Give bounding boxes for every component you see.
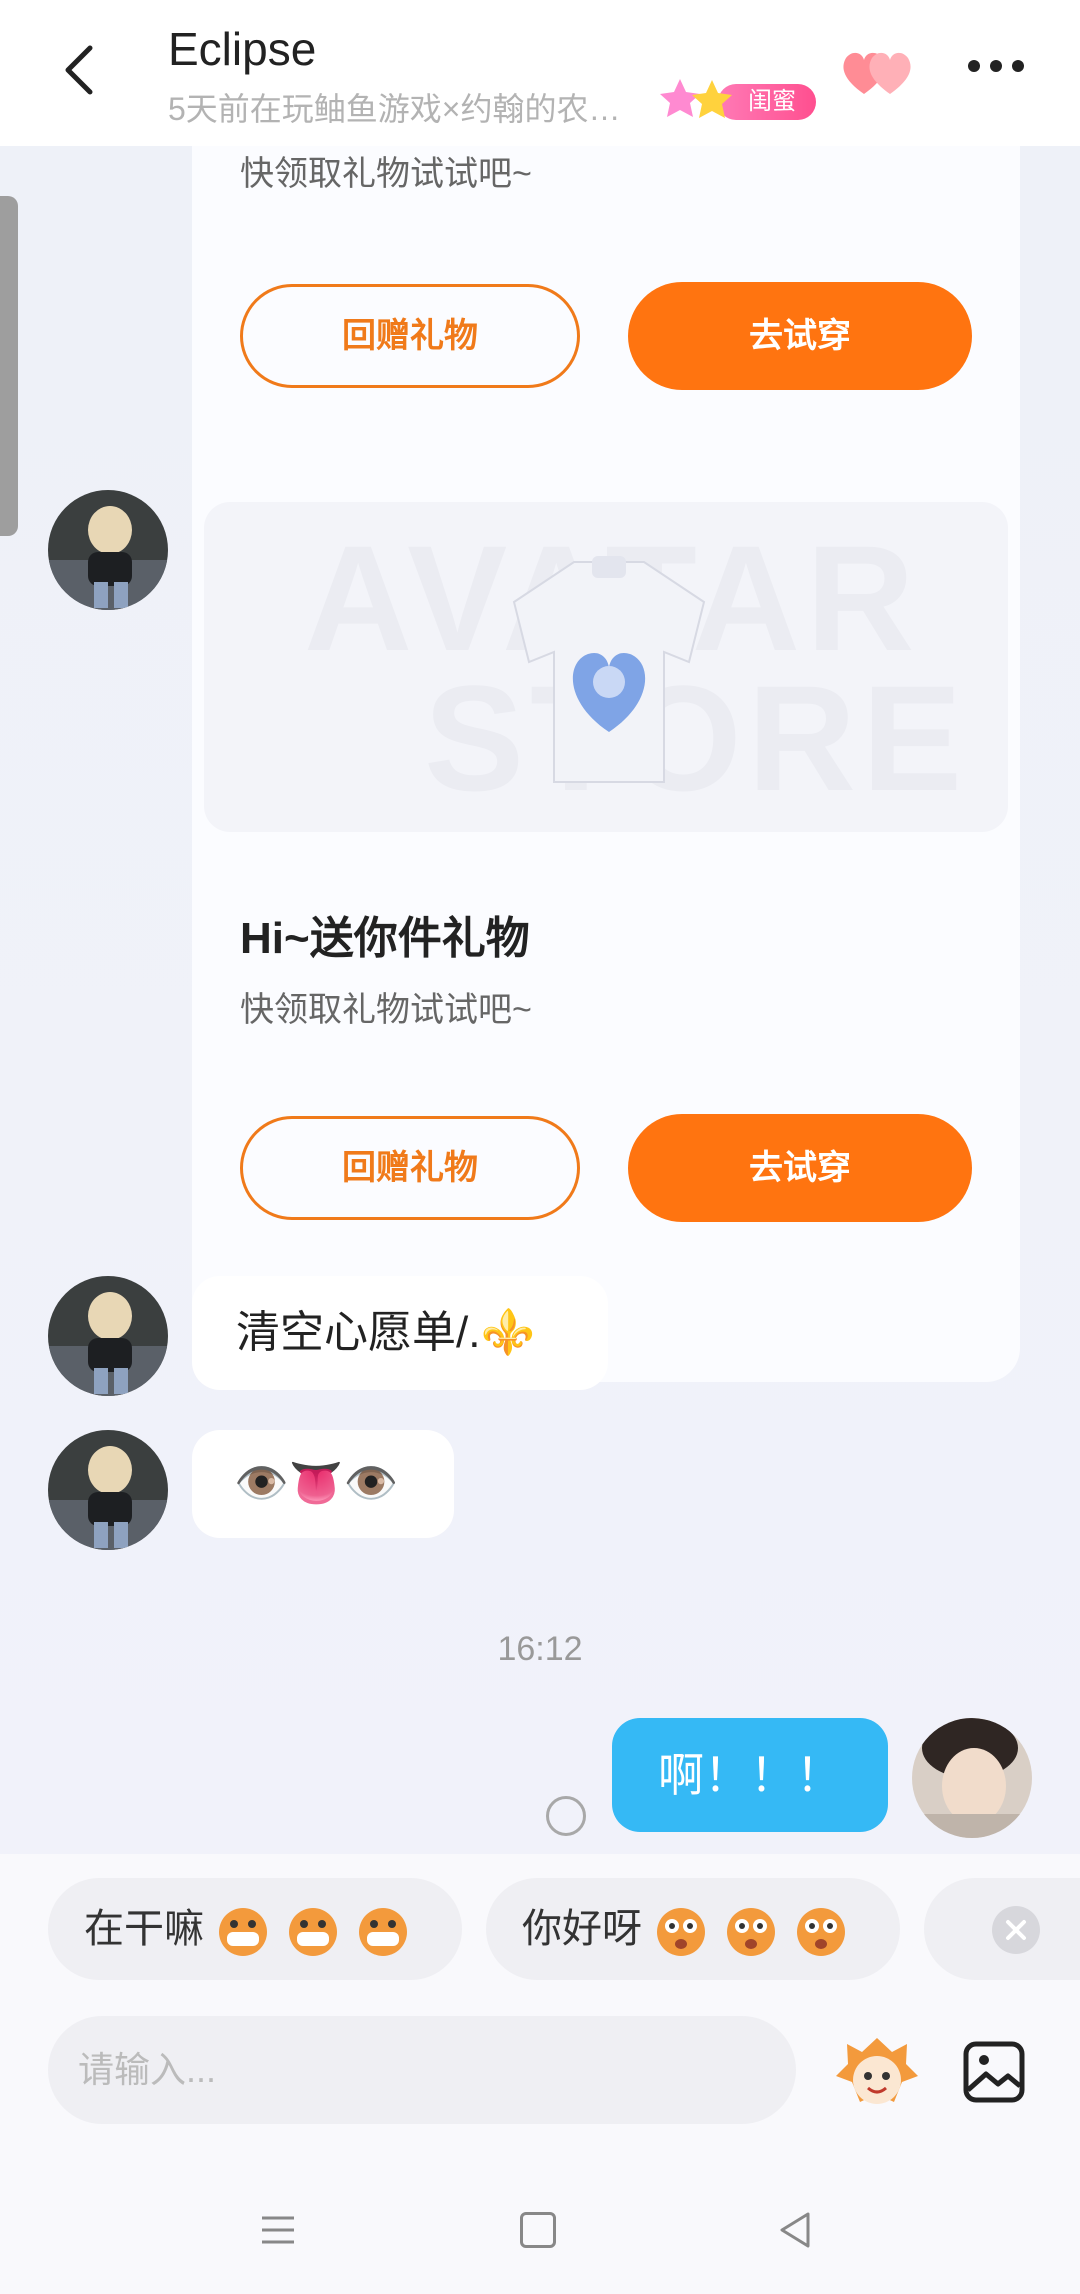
message-bubble[interactable]: 👁️👅👁️ xyxy=(192,1430,454,1538)
back-arrow-icon[interactable] xyxy=(50,40,110,100)
wow-sticker-icon xyxy=(657,1908,705,1956)
contact-name[interactable]: Eclipse xyxy=(168,22,316,76)
menu-nav-icon[interactable] xyxy=(258,2210,298,2250)
image-picker-icon[interactable] xyxy=(962,2040,1026,2104)
home-nav-icon[interactable] xyxy=(520,2212,556,2248)
stars-icon xyxy=(660,79,732,118)
avatar-image xyxy=(48,490,168,610)
tshirt-image xyxy=(512,556,706,783)
quick-reply-label: 你好呀 xyxy=(522,1907,642,1951)
chat-header: Eclipse 5天前在玩鲉鱼游戏×约翰的农… 闺蜜 xyxy=(0,0,1080,146)
message-input[interactable]: 请输入... xyxy=(48,2016,796,2124)
try-on-button[interactable]: 去试穿 xyxy=(628,1114,972,1222)
contact-avatar[interactable] xyxy=(48,490,168,610)
quick-reply-label: 在干嘛 xyxy=(84,1907,204,1951)
message-status-icon xyxy=(546,1796,586,1836)
gift-card[interactable]: AVATAR STORE Hi~送你件礼物 快领取礼物试试吧~ 回赠礼物 去试穿 xyxy=(192,490,1020,1382)
emoji-sticker-icon[interactable] xyxy=(832,2030,922,2120)
close-icon[interactable] xyxy=(992,1906,1040,1954)
product-image[interactable]: AVATAR STORE xyxy=(204,502,1008,832)
avatar-image xyxy=(48,1430,168,1550)
back-nav-icon[interactable] xyxy=(776,2210,816,2250)
scroll-handle[interactable] xyxy=(0,196,18,536)
avatar-image xyxy=(912,1718,1032,1838)
return-gift-button[interactable]: 回赠礼物 xyxy=(240,284,580,388)
quick-reply-chip[interactable]: 在干嘛 xyxy=(48,1878,462,1980)
grin-sticker-icon xyxy=(289,1908,337,1956)
grin-sticker-icon xyxy=(219,1908,267,1956)
contact-avatar[interactable] xyxy=(48,1430,168,1550)
grin-sticker-icon xyxy=(359,1908,407,1956)
chat-messages[interactable]: 快领取礼物试试吧~ 回赠礼物 去试穿 AVATAR STORE Hi~送你件礼物 xyxy=(0,146,1080,1854)
more-options-icon[interactable] xyxy=(966,56,1026,76)
contact-avatar[interactable] xyxy=(48,1276,168,1396)
quick-reply-chip[interactable]: 你好呀 xyxy=(486,1878,900,1980)
message-timestamp: 16:12 xyxy=(497,1630,583,1668)
my-avatar[interactable] xyxy=(912,1718,1032,1838)
gift-subtitle: 快领取礼物试试吧~ xyxy=(240,991,532,1029)
intimacy-hearts-icon[interactable] xyxy=(840,46,920,98)
gift-title: Hi~送你件礼物 xyxy=(240,914,530,963)
gift-subtitle: 快领取礼物试试吧~ xyxy=(240,155,532,193)
try-on-button[interactable]: 去试穿 xyxy=(628,282,972,390)
contact-status: 5天前在玩鲉鱼游戏×约翰的农… xyxy=(168,91,621,127)
my-message-bubble[interactable]: 啊！！！ xyxy=(612,1718,888,1832)
input-panel: 在干嘛 你好呀 请输入... xyxy=(0,1854,1080,2294)
return-gift-button[interactable]: 回赠礼物 xyxy=(240,1116,580,1220)
wow-sticker-icon xyxy=(727,1908,775,1956)
avatar-image xyxy=(48,1276,168,1396)
message-bubble[interactable]: 清空心愿单/.⚜️ xyxy=(192,1276,608,1390)
wow-sticker-icon xyxy=(797,1908,845,1956)
